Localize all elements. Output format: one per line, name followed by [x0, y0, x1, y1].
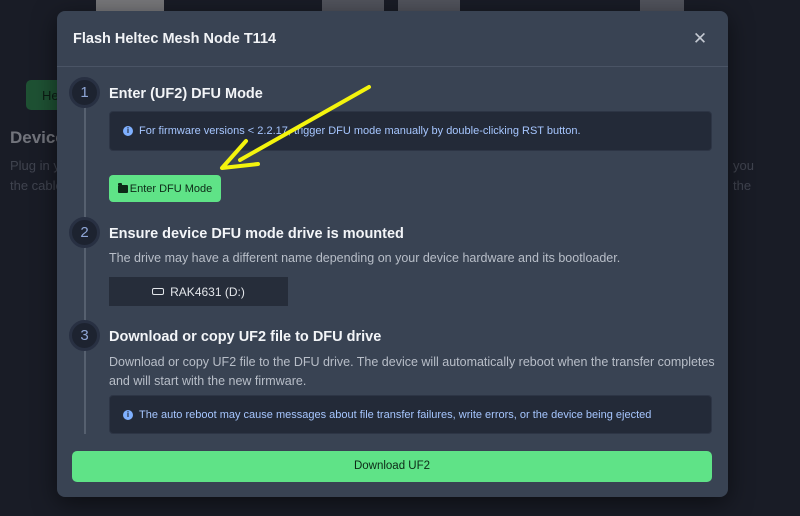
reboot-info-alert: i The auto reboot may cause messages abo…: [109, 395, 712, 434]
info-icon: i: [123, 126, 133, 136]
drive-label: RAK4631 (D:): [170, 284, 245, 299]
alert-text: For firmware versions < 2.2.17, trigger …: [139, 125, 581, 137]
dialog-footer: Download UF2: [57, 434, 728, 497]
step-title: Ensure device DFU mode drive is mounted: [109, 226, 404, 242]
step-description: Download or copy UF2 file to the DFU dri…: [109, 355, 715, 388]
alert-text: The auto reboot may cause messages about…: [139, 408, 652, 421]
close-icon[interactable]: ✕: [688, 27, 712, 51]
firmware-info-alert: i For firmware versions < 2.2.17, trigge…: [109, 111, 712, 151]
dialog-title: Flash Heltec Mesh Node T114: [73, 30, 277, 47]
dialog-header: Flash Heltec Mesh Node T114 ✕: [57, 11, 728, 67]
drive-indicator: RAK4631 (D:): [109, 277, 288, 306]
flash-dialog: Flash Heltec Mesh Node T114 ✕ 1 Enter (U…: [57, 11, 728, 497]
step-number-badge: 3: [69, 320, 100, 351]
drive-icon: [152, 288, 165, 295]
timeline-line: [84, 94, 86, 434]
step-description: The drive may have a different name depe…: [109, 251, 621, 265]
enter-dfu-mode-button[interactable]: Enter DFU Mode: [109, 175, 221, 202]
step-title: Enter (UF2) DFU Mode: [109, 86, 263, 102]
dialog-body[interactable]: 1 Enter (UF2) DFU Mode i For firmware ve…: [57, 68, 728, 434]
download-uf2-button[interactable]: Download UF2: [72, 451, 712, 482]
step-number-badge: 2: [69, 217, 100, 248]
step-title: Download or copy UF2 file to DFU drive: [109, 329, 382, 345]
info-icon: i: [123, 409, 133, 420]
step-number-badge: 1: [69, 77, 100, 108]
folder-icon: [117, 182, 128, 193]
button-label: Enter DFU Mode: [129, 182, 213, 195]
